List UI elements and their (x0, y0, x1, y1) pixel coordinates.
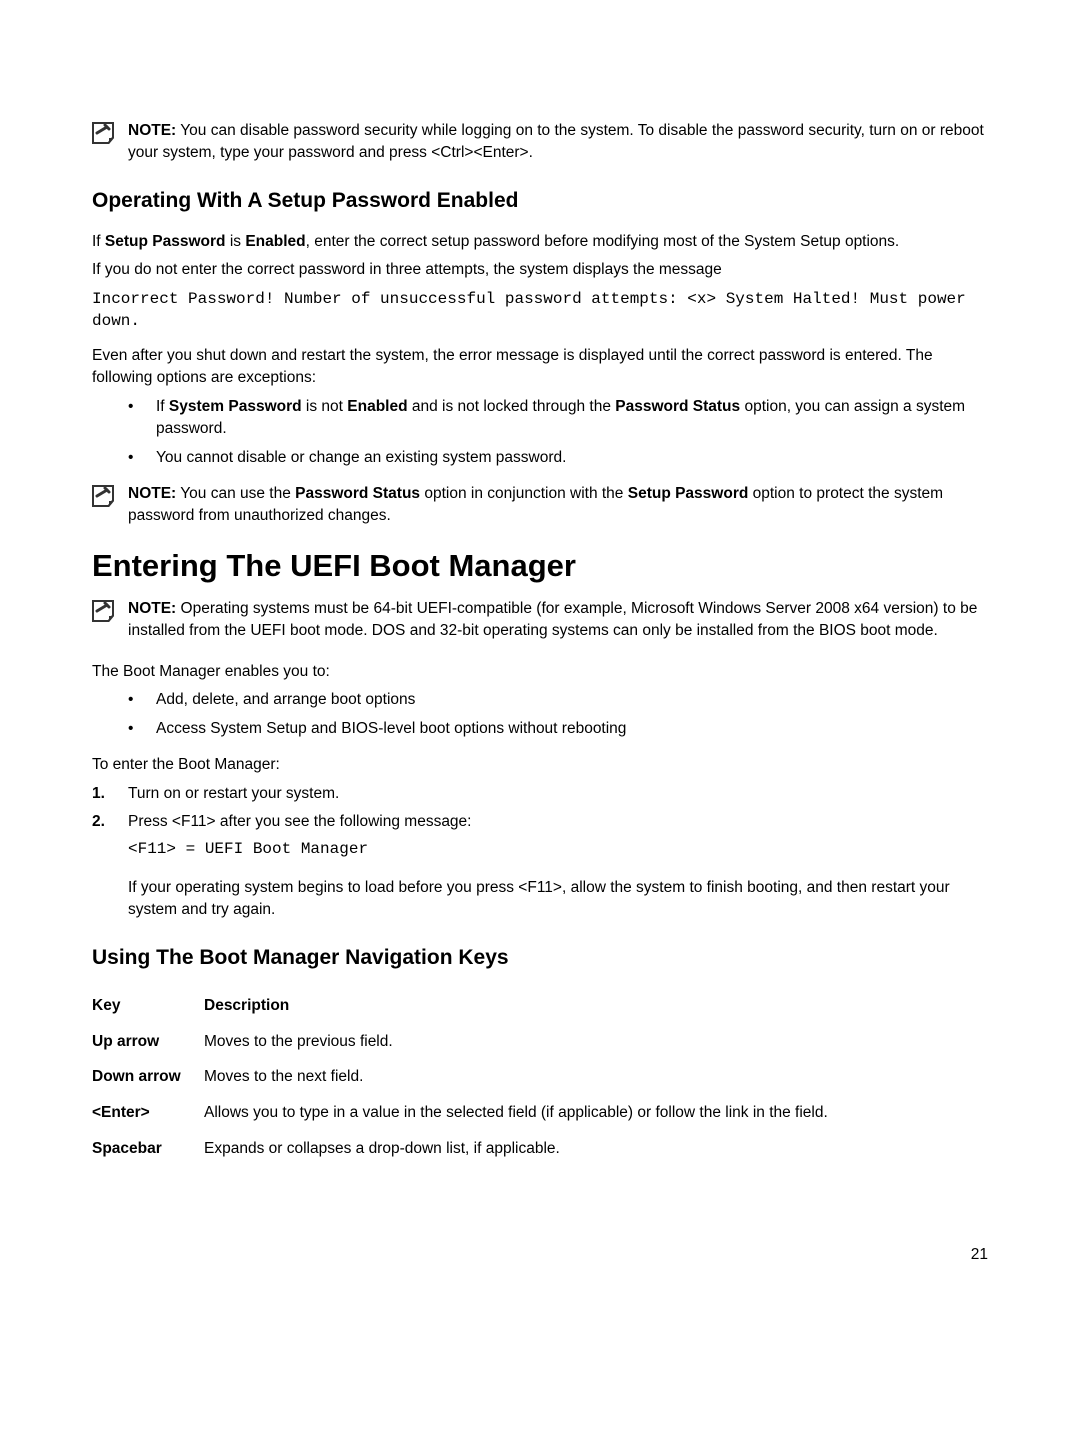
heading-operating-setup-pw: Operating With A Setup Password Enabled (92, 189, 988, 213)
key-cell: Down arrow (92, 1059, 204, 1095)
text-bold: Password Status (615, 398, 740, 415)
text-bold: Enabled (245, 233, 305, 250)
text-bold: Enabled (347, 398, 407, 415)
col-header-key: Key (92, 988, 204, 1024)
table-row: Up arrow Moves to the previous field. (92, 1024, 988, 1060)
table-row: Spacebar Expands or collapses a drop-dow… (92, 1131, 988, 1167)
step-number: 1. (92, 783, 105, 805)
step-subtext: If your operating system begins to load … (128, 877, 988, 922)
para-5: To enter the Boot Manager: (92, 754, 988, 776)
text: If (156, 398, 169, 415)
col-header-desc: Description (204, 988, 988, 1024)
note-icon (92, 122, 114, 144)
desc-cell: Allows you to type in a value in the sel… (204, 1095, 988, 1131)
note-body: Operating systems must be 64-bit UEFI-co… (128, 600, 977, 639)
para-2: If you do not enter the correct password… (92, 259, 988, 281)
text: is not (302, 398, 348, 415)
table-row: <Enter> Allows you to type in a value in… (92, 1095, 988, 1131)
text: , enter the correct setup password befor… (306, 233, 900, 250)
note-icon (92, 600, 114, 622)
note-text: NOTE: You can disable password security … (128, 120, 988, 165)
text-bold: Setup Password (105, 233, 226, 250)
key-cell: Up arrow (92, 1024, 204, 1060)
step-number: 2. (92, 811, 105, 833)
desc-cell: Expands or collapses a drop-down list, i… (204, 1131, 988, 1167)
code-inline: <F11> = UEFI Boot Manager (128, 838, 988, 861)
nav-keys-table: Key Description Up arrow Moves to the pr… (92, 988, 988, 1166)
table-row: Down arrow Moves to the next field. (92, 1059, 988, 1095)
ordered-list: 1. Turn on or restart your system. 2. Pr… (92, 783, 988, 922)
bullet-list-1: If System Password is not Enabled and is… (128, 396, 988, 469)
note-prefix: NOTE: (128, 122, 176, 139)
list-item: Add, delete, and arrange boot options (128, 689, 988, 711)
text-bold: Password Status (295, 485, 420, 502)
note-icon (92, 485, 114, 507)
note-block: NOTE: You can use the Password Status op… (92, 483, 988, 528)
text: If (92, 233, 105, 250)
page-content: NOTE: You can disable password security … (0, 0, 1080, 1324)
para-1: If Setup Password is Enabled, enter the … (92, 231, 988, 253)
note-block: NOTE: Operating systems must be 64-bit U… (92, 598, 988, 643)
table-header-row: Key Description (92, 988, 988, 1024)
step-text: Turn on or restart your system. (128, 785, 339, 802)
note-prefix: NOTE: (128, 485, 176, 502)
text: is (226, 233, 246, 250)
heading-nav-keys: Using The Boot Manager Navigation Keys (92, 946, 988, 970)
list-item: 1. Turn on or restart your system. (92, 783, 988, 805)
para-3: Even after you shut down and restart the… (92, 345, 988, 390)
step-text: Press <F11> after you see the following … (128, 813, 471, 830)
heading-uefi-boot-manager: Entering The UEFI Boot Manager (92, 548, 988, 584)
bullet-list-2: Add, delete, and arrange boot options Ac… (128, 689, 988, 740)
text-bold: System Password (169, 398, 302, 415)
list-item: Access System Setup and BIOS-level boot … (128, 718, 988, 740)
note-text: NOTE: Operating systems must be 64-bit U… (128, 598, 988, 643)
key-cell: Spacebar (92, 1131, 204, 1167)
desc-cell: Moves to the previous field. (204, 1024, 988, 1060)
desc-cell: Moves to the next field. (204, 1059, 988, 1095)
note-prefix: NOTE: (128, 600, 176, 617)
text: option in conjunction with the (420, 485, 628, 502)
para-4: The Boot Manager enables you to: (92, 661, 988, 683)
text-bold: Setup Password (628, 485, 749, 502)
list-item: 2. Press <F11> after you see the followi… (92, 811, 988, 922)
list-item: If System Password is not Enabled and is… (128, 396, 988, 441)
note-block: NOTE: You can disable password security … (92, 120, 988, 165)
text: and is not locked through the (408, 398, 616, 415)
page-number: 21 (92, 1246, 988, 1264)
note-text: NOTE: You can use the Password Status op… (128, 483, 988, 528)
key-cell: <Enter> (92, 1095, 204, 1131)
list-item: You cannot disable or change an existing… (128, 447, 988, 469)
code-block: Incorrect Password! Number of unsuccessf… (92, 288, 988, 333)
text: You can use the (176, 485, 295, 502)
note-body: You can disable password security while … (128, 122, 984, 161)
